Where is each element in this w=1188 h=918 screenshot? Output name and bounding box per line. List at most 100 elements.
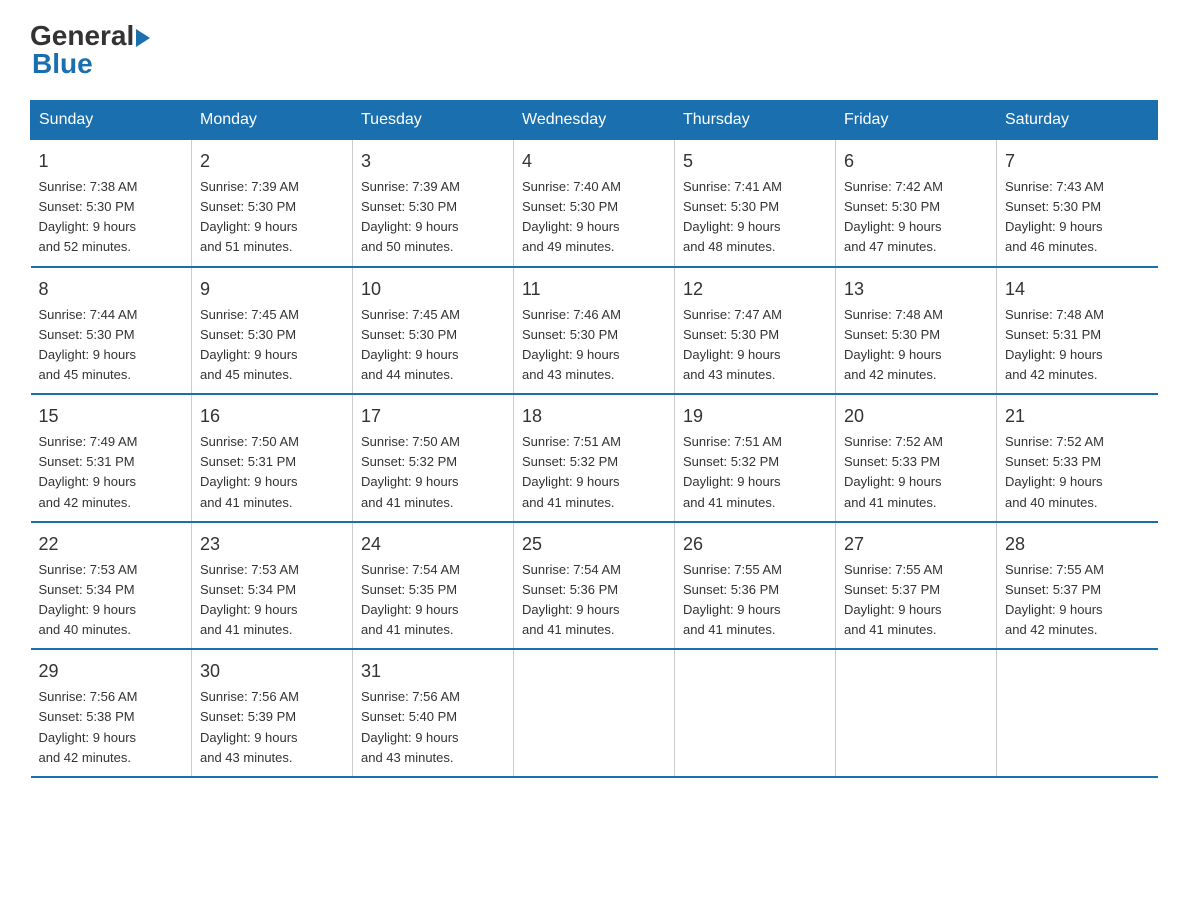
calendar-cell: 27Sunrise: 7:55 AMSunset: 5:37 PMDayligh…: [836, 522, 997, 650]
day-info: Sunrise: 7:46 AMSunset: 5:30 PMDaylight:…: [522, 305, 666, 386]
week-row-4: 22Sunrise: 7:53 AMSunset: 5:34 PMDayligh…: [31, 522, 1158, 650]
week-row-5: 29Sunrise: 7:56 AMSunset: 5:38 PMDayligh…: [31, 649, 1158, 777]
calendar-cell: 5Sunrise: 7:41 AMSunset: 5:30 PMDaylight…: [675, 140, 836, 267]
day-number: 28: [1005, 531, 1150, 558]
header-cell-saturday: Saturday: [997, 101, 1158, 140]
calendar-cell: 12Sunrise: 7:47 AMSunset: 5:30 PMDayligh…: [675, 267, 836, 395]
day-number: 29: [39, 658, 184, 685]
day-info: Sunrise: 7:53 AMSunset: 5:34 PMDaylight:…: [200, 560, 344, 641]
day-number: 27: [844, 531, 988, 558]
day-number: 17: [361, 403, 505, 430]
calendar-cell: 19Sunrise: 7:51 AMSunset: 5:32 PMDayligh…: [675, 394, 836, 522]
header-cell-friday: Friday: [836, 101, 997, 140]
day-info: Sunrise: 7:56 AMSunset: 5:38 PMDaylight:…: [39, 687, 184, 768]
day-number: 5: [683, 148, 827, 175]
calendar-cell: 9Sunrise: 7:45 AMSunset: 5:30 PMDaylight…: [192, 267, 353, 395]
calendar-cell: 21Sunrise: 7:52 AMSunset: 5:33 PMDayligh…: [997, 394, 1158, 522]
day-number: 9: [200, 276, 344, 303]
day-number: 21: [1005, 403, 1150, 430]
day-info: Sunrise: 7:45 AMSunset: 5:30 PMDaylight:…: [361, 305, 505, 386]
calendar-cell: 3Sunrise: 7:39 AMSunset: 5:30 PMDaylight…: [353, 140, 514, 267]
calendar-cell: 7Sunrise: 7:43 AMSunset: 5:30 PMDaylight…: [997, 140, 1158, 267]
day-number: 4: [522, 148, 666, 175]
calendar-cell: 2Sunrise: 7:39 AMSunset: 5:30 PMDaylight…: [192, 140, 353, 267]
day-info: Sunrise: 7:55 AMSunset: 5:37 PMDaylight:…: [844, 560, 988, 641]
day-info: Sunrise: 7:43 AMSunset: 5:30 PMDaylight:…: [1005, 177, 1150, 258]
day-number: 13: [844, 276, 988, 303]
calendar-cell: 18Sunrise: 7:51 AMSunset: 5:32 PMDayligh…: [514, 394, 675, 522]
day-info: Sunrise: 7:55 AMSunset: 5:36 PMDaylight:…: [683, 560, 827, 641]
page-header: General Blue: [30, 20, 1158, 80]
calendar-cell: 31Sunrise: 7:56 AMSunset: 5:40 PMDayligh…: [353, 649, 514, 777]
day-number: 16: [200, 403, 344, 430]
calendar-cell: 26Sunrise: 7:55 AMSunset: 5:36 PMDayligh…: [675, 522, 836, 650]
calendar-cell: 25Sunrise: 7:54 AMSunset: 5:36 PMDayligh…: [514, 522, 675, 650]
day-number: 3: [361, 148, 505, 175]
day-number: 31: [361, 658, 505, 685]
day-number: 6: [844, 148, 988, 175]
calendar-cell: 29Sunrise: 7:56 AMSunset: 5:38 PMDayligh…: [31, 649, 192, 777]
header-cell-wednesday: Wednesday: [514, 101, 675, 140]
calendar-cell: 24Sunrise: 7:54 AMSunset: 5:35 PMDayligh…: [353, 522, 514, 650]
day-info: Sunrise: 7:51 AMSunset: 5:32 PMDaylight:…: [522, 432, 666, 513]
calendar-table: SundayMondayTuesdayWednesdayThursdayFrid…: [30, 100, 1158, 778]
calendar-cell: 22Sunrise: 7:53 AMSunset: 5:34 PMDayligh…: [31, 522, 192, 650]
week-row-1: 1Sunrise: 7:38 AMSunset: 5:30 PMDaylight…: [31, 140, 1158, 267]
header-row: SundayMondayTuesdayWednesdayThursdayFrid…: [31, 101, 1158, 140]
day-info: Sunrise: 7:54 AMSunset: 5:36 PMDaylight:…: [522, 560, 666, 641]
calendar-cell: 1Sunrise: 7:38 AMSunset: 5:30 PMDaylight…: [31, 140, 192, 267]
calendar-cell: 15Sunrise: 7:49 AMSunset: 5:31 PMDayligh…: [31, 394, 192, 522]
day-info: Sunrise: 7:49 AMSunset: 5:31 PMDaylight:…: [39, 432, 184, 513]
day-number: 14: [1005, 276, 1150, 303]
day-info: Sunrise: 7:56 AMSunset: 5:39 PMDaylight:…: [200, 687, 344, 768]
header-cell-monday: Monday: [192, 101, 353, 140]
day-info: Sunrise: 7:42 AMSunset: 5:30 PMDaylight:…: [844, 177, 988, 258]
day-number: 10: [361, 276, 505, 303]
day-info: Sunrise: 7:54 AMSunset: 5:35 PMDaylight:…: [361, 560, 505, 641]
logo-arrow-icon: [136, 29, 150, 47]
day-info: Sunrise: 7:39 AMSunset: 5:30 PMDaylight:…: [361, 177, 505, 258]
calendar-cell: 16Sunrise: 7:50 AMSunset: 5:31 PMDayligh…: [192, 394, 353, 522]
day-info: Sunrise: 7:39 AMSunset: 5:30 PMDaylight:…: [200, 177, 344, 258]
day-number: 2: [200, 148, 344, 175]
day-info: Sunrise: 7:55 AMSunset: 5:37 PMDaylight:…: [1005, 560, 1150, 641]
calendar-cell: 23Sunrise: 7:53 AMSunset: 5:34 PMDayligh…: [192, 522, 353, 650]
day-info: Sunrise: 7:51 AMSunset: 5:32 PMDaylight:…: [683, 432, 827, 513]
header-cell-tuesday: Tuesday: [353, 101, 514, 140]
day-info: Sunrise: 7:41 AMSunset: 5:30 PMDaylight:…: [683, 177, 827, 258]
calendar-cell: 6Sunrise: 7:42 AMSunset: 5:30 PMDaylight…: [836, 140, 997, 267]
day-number: 23: [200, 531, 344, 558]
day-info: Sunrise: 7:56 AMSunset: 5:40 PMDaylight:…: [361, 687, 505, 768]
day-info: Sunrise: 7:48 AMSunset: 5:30 PMDaylight:…: [844, 305, 988, 386]
calendar-cell: [675, 649, 836, 777]
day-number: 25: [522, 531, 666, 558]
calendar-cell: [836, 649, 997, 777]
calendar-cell: 28Sunrise: 7:55 AMSunset: 5:37 PMDayligh…: [997, 522, 1158, 650]
calendar-cell: 11Sunrise: 7:46 AMSunset: 5:30 PMDayligh…: [514, 267, 675, 395]
day-number: 12: [683, 276, 827, 303]
day-info: Sunrise: 7:48 AMSunset: 5:31 PMDaylight:…: [1005, 305, 1150, 386]
day-info: Sunrise: 7:53 AMSunset: 5:34 PMDaylight:…: [39, 560, 184, 641]
week-row-3: 15Sunrise: 7:49 AMSunset: 5:31 PMDayligh…: [31, 394, 1158, 522]
day-info: Sunrise: 7:44 AMSunset: 5:30 PMDaylight:…: [39, 305, 184, 386]
day-info: Sunrise: 7:52 AMSunset: 5:33 PMDaylight:…: [1005, 432, 1150, 513]
calendar-cell: 4Sunrise: 7:40 AMSunset: 5:30 PMDaylight…: [514, 140, 675, 267]
calendar-cell: 14Sunrise: 7:48 AMSunset: 5:31 PMDayligh…: [997, 267, 1158, 395]
calendar-cell: 17Sunrise: 7:50 AMSunset: 5:32 PMDayligh…: [353, 394, 514, 522]
day-info: Sunrise: 7:50 AMSunset: 5:32 PMDaylight:…: [361, 432, 505, 513]
day-number: 19: [683, 403, 827, 430]
day-info: Sunrise: 7:52 AMSunset: 5:33 PMDaylight:…: [844, 432, 988, 513]
day-info: Sunrise: 7:38 AMSunset: 5:30 PMDaylight:…: [39, 177, 184, 258]
calendar-header: SundayMondayTuesdayWednesdayThursdayFrid…: [31, 101, 1158, 140]
day-info: Sunrise: 7:45 AMSunset: 5:30 PMDaylight:…: [200, 305, 344, 386]
header-cell-thursday: Thursday: [675, 101, 836, 140]
calendar-cell: 20Sunrise: 7:52 AMSunset: 5:33 PMDayligh…: [836, 394, 997, 522]
calendar-body: 1Sunrise: 7:38 AMSunset: 5:30 PMDaylight…: [31, 140, 1158, 777]
day-number: 22: [39, 531, 184, 558]
day-number: 24: [361, 531, 505, 558]
calendar-cell: [514, 649, 675, 777]
day-number: 20: [844, 403, 988, 430]
calendar-cell: 10Sunrise: 7:45 AMSunset: 5:30 PMDayligh…: [353, 267, 514, 395]
calendar-cell: 30Sunrise: 7:56 AMSunset: 5:39 PMDayligh…: [192, 649, 353, 777]
day-info: Sunrise: 7:47 AMSunset: 5:30 PMDaylight:…: [683, 305, 827, 386]
